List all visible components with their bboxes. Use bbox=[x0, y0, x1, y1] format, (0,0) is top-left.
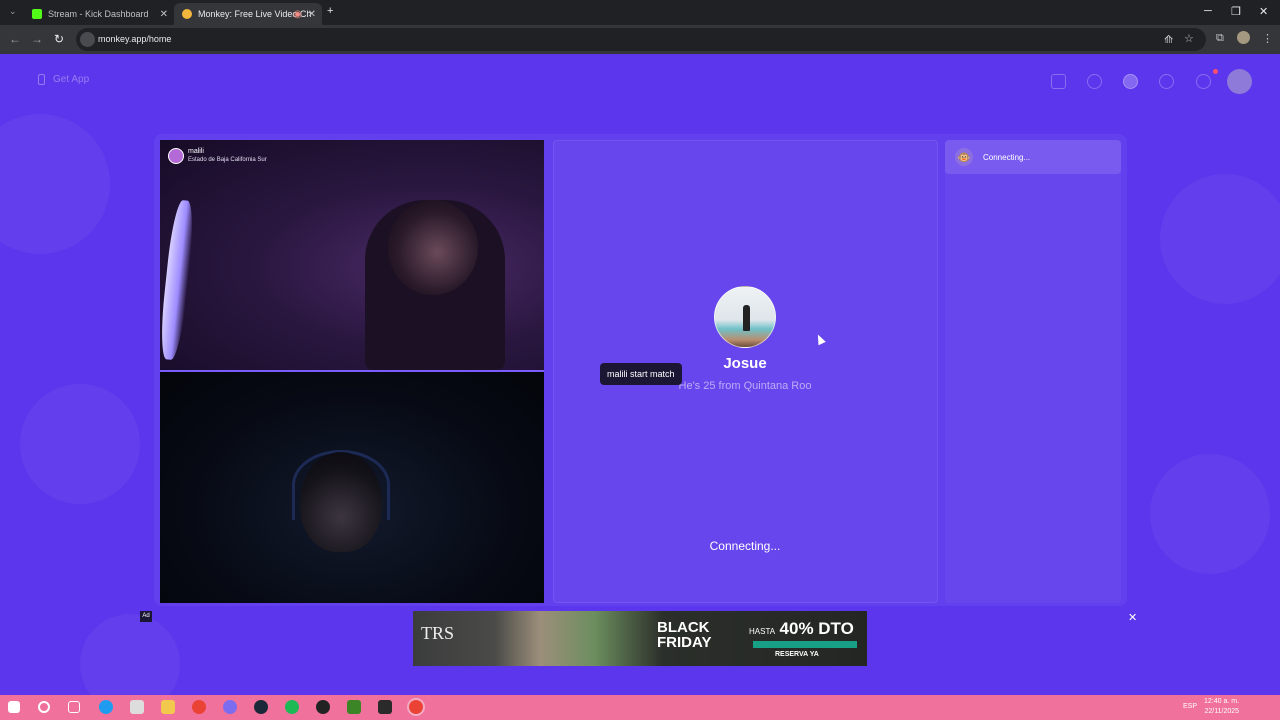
monkey-page: Get App Josue He's 25 from Quintana Roo … bbox=[0, 54, 1280, 695]
chat-icon[interactable] bbox=[1196, 74, 1211, 89]
start-icon[interactable] bbox=[8, 701, 20, 713]
spotify-icon[interactable] bbox=[285, 700, 299, 714]
search-icon[interactable] bbox=[38, 701, 50, 713]
background-blob bbox=[0, 114, 110, 254]
tab-kick-dashboard[interactable]: Stream - Kick Dashboard ✕ bbox=[24, 3, 174, 25]
ad-logo: TRS bbox=[421, 623, 455, 643]
shop-icon[interactable] bbox=[1051, 74, 1066, 89]
background-blob bbox=[1160, 174, 1280, 304]
file-explorer-icon[interactable] bbox=[161, 700, 175, 714]
minecraft-icon[interactable] bbox=[347, 700, 361, 714]
coin-icon[interactable] bbox=[1123, 74, 1138, 89]
address-bar[interactable]: monkey.app/home ⟰ ☆ bbox=[76, 28, 1206, 51]
close-tab-icon[interactable]: ✕ bbox=[308, 9, 316, 20]
history-icon[interactable] bbox=[1159, 74, 1174, 89]
clock-time: 12:40 a. m. bbox=[1204, 698, 1240, 705]
notification-badge bbox=[1213, 69, 1218, 74]
background-blob bbox=[1150, 454, 1270, 574]
steam-icon[interactable] bbox=[254, 700, 268, 714]
side-status: Connecting... bbox=[983, 152, 1031, 162]
profile-avatar-icon[interactable] bbox=[1237, 31, 1250, 44]
user-avatar[interactable] bbox=[1227, 69, 1252, 94]
chrome-icon[interactable] bbox=[192, 700, 206, 714]
task-view-icon[interactable] bbox=[68, 701, 80, 713]
ad-cta[interactable]: RESERVA YA bbox=[775, 651, 819, 658]
phone-icon bbox=[38, 74, 45, 85]
get-app-link[interactable]: Get App bbox=[38, 74, 89, 85]
ad-discount-value: 40% DTO bbox=[779, 619, 854, 638]
edge-icon[interactable] bbox=[99, 700, 113, 714]
browser-tabstrip: ⌄ Stream - Kick Dashboard ✕ Monkey: Free… bbox=[0, 0, 1280, 25]
chrome-profile-icon[interactable] bbox=[223, 700, 237, 714]
maximize-button[interactable]: ❐ bbox=[1231, 5, 1241, 18]
connecting-status: Connecting... bbox=[709, 539, 781, 553]
close-window-button[interactable]: ✕ bbox=[1259, 5, 1268, 18]
bookmark-star-icon[interactable]: ☆ bbox=[1184, 32, 1194, 45]
reload-icon[interactable]: ↻ bbox=[54, 32, 64, 46]
side-panel bbox=[945, 140, 1121, 603]
extensions-icon[interactable]: ⧉ bbox=[1216, 32, 1224, 45]
tab-monkey[interactable]: Monkey: Free Live Video Ch ◉ ✕ bbox=[174, 3, 322, 25]
ad-headline: BLACK FRIDAY bbox=[657, 619, 712, 651]
search-icon[interactable] bbox=[1087, 74, 1102, 89]
connecting-row: 🐵 Connecting... bbox=[945, 140, 1121, 174]
forward-icon[interactable]: → bbox=[31, 32, 43, 46]
back-icon[interactable]: ← bbox=[9, 32, 21, 46]
monkey-icon bbox=[182, 9, 192, 19]
clock[interactable]: 12:40 a. m. 22/11/2025 bbox=[1204, 697, 1239, 717]
start-match-tooltip: malili start match bbox=[600, 363, 682, 385]
clock-date: 22/11/2025 bbox=[1204, 708, 1240, 715]
profile-figure bbox=[743, 305, 750, 331]
tab-title: Stream - Kick Dashboard bbox=[48, 9, 149, 19]
obs-icon[interactable] bbox=[316, 700, 330, 714]
translate-icon[interactable]: ⟰ bbox=[1164, 33, 1173, 46]
site-info-icon[interactable] bbox=[80, 32, 95, 47]
new-tab-button[interactable]: + bbox=[327, 5, 333, 17]
store-icon[interactable] bbox=[130, 700, 144, 714]
ad-close-icon[interactable]: ✕ bbox=[1128, 611, 1137, 624]
get-app-label: Get App bbox=[53, 74, 90, 85]
url-text[interactable]: monkey.app/home bbox=[98, 34, 171, 44]
ad-label: Ad bbox=[140, 611, 152, 622]
recording-icon: ◉ bbox=[293, 8, 302, 20]
ad-discount-prefix: HASTA bbox=[749, 627, 776, 636]
menu-icon[interactable]: ⋮ bbox=[1262, 32, 1273, 45]
windows-taskbar: ESP 12:40 a. m. 22/11/2025 bbox=[0, 695, 1280, 720]
match-profile-picture[interactable] bbox=[714, 286, 776, 348]
kick-icon bbox=[32, 9, 42, 19]
tab-search-icon[interactable]: ⌄ bbox=[9, 6, 17, 17]
ad-strip bbox=[753, 641, 857, 648]
chrome-active-icon[interactable] bbox=[407, 698, 425, 716]
background-blob bbox=[80, 614, 180, 695]
background-blob bbox=[20, 384, 140, 504]
close-tab-icon[interactable]: ✕ bbox=[160, 9, 168, 20]
language-indicator[interactable]: ESP bbox=[1183, 703, 1197, 710]
browser-toolbar: ← → ↻ monkey.app/home ⟰ ☆ ⧉ ⋮ bbox=[0, 25, 1280, 54]
minimize-button[interactable]: ─ bbox=[1204, 5, 1212, 17]
epic-games-icon[interactable] bbox=[378, 700, 392, 714]
ad-discount: HASTA 40% DTO bbox=[749, 619, 854, 639]
ad-banner[interactable]: TRS BLACK FRIDAY HASTA 40% DTO RESERVA Y… bbox=[413, 611, 867, 666]
monkey-avatar-icon: 🐵 bbox=[955, 148, 973, 166]
